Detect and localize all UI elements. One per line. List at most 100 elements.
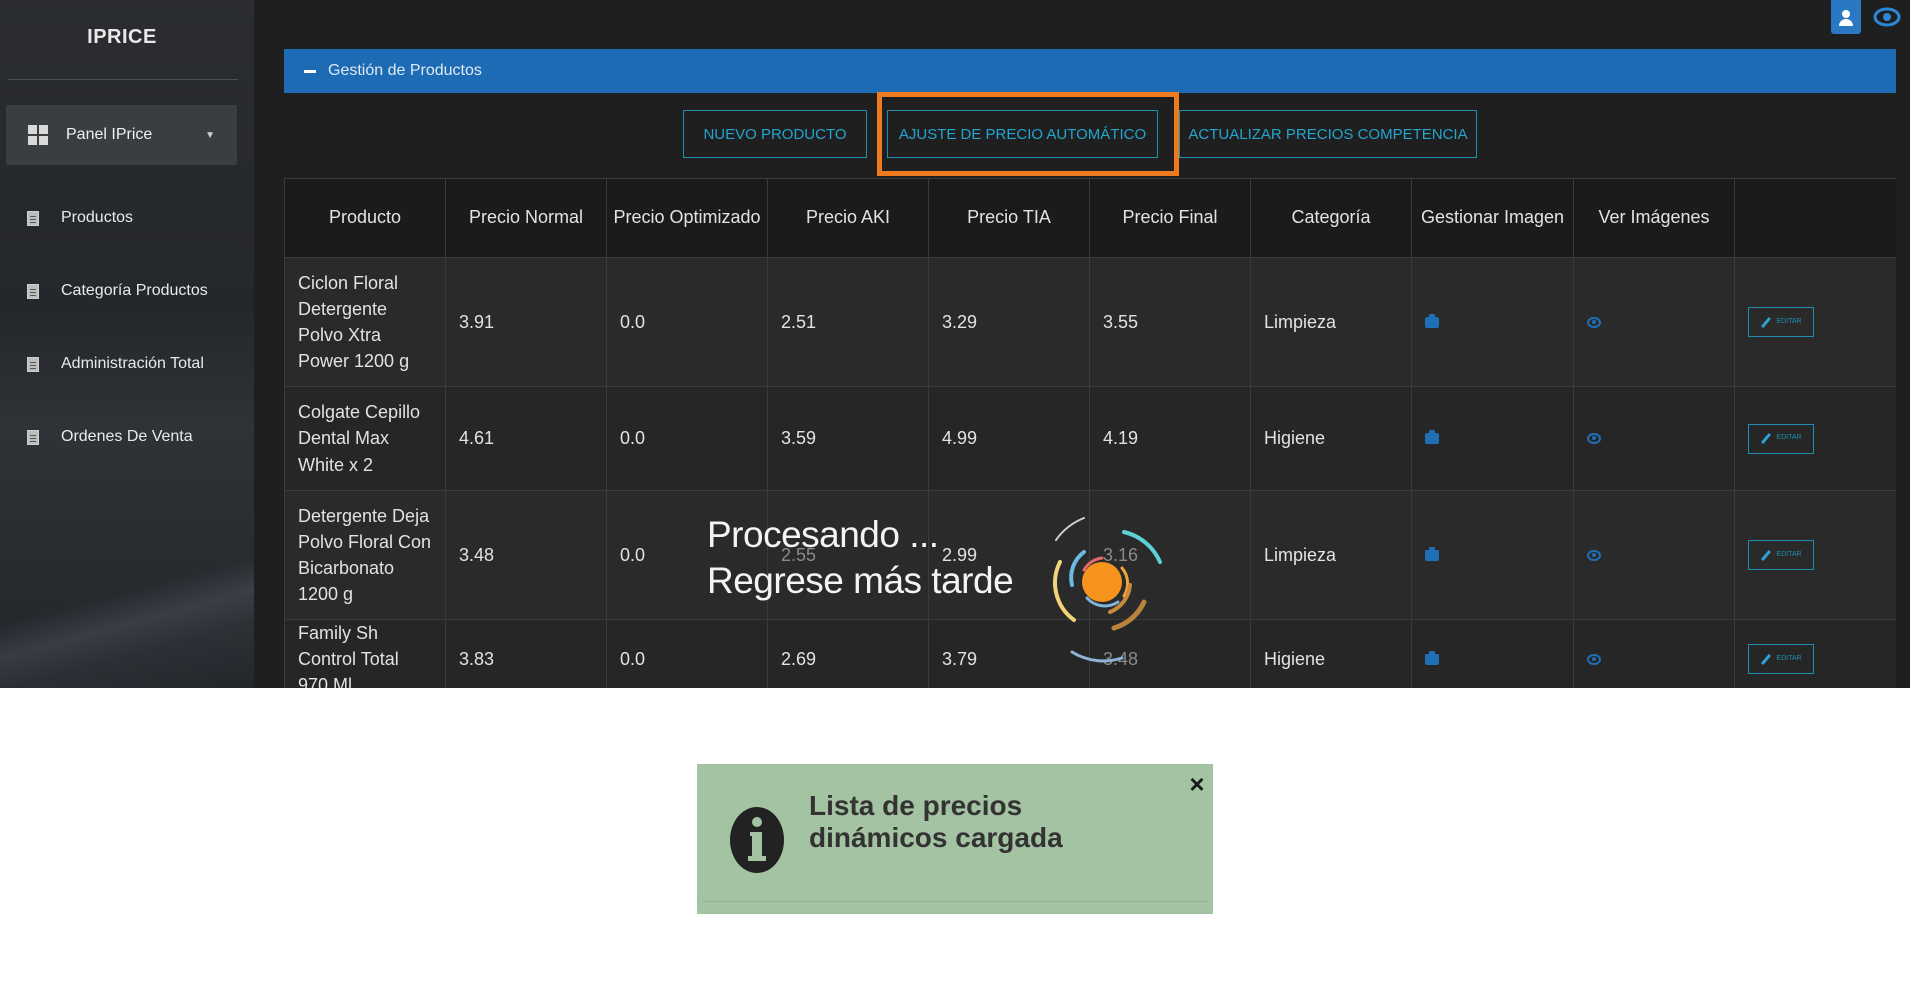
edit-cell: EDITAR [1734,490,1896,620]
camera-icon[interactable] [1425,546,1439,561]
list-icon [27,429,39,445]
optimized-price-cell: 0.0 [606,618,768,688]
processing-line-2: Regrese más tarde [707,560,1014,601]
panel-iprice-label: Panel IPrice [66,126,153,143]
eye-icon[interactable] [1587,316,1601,328]
manage-image-cell [1411,257,1574,387]
auto-price-adjust-button[interactable]: AJUSTE DE PRECIO AUTOMÁTICO [887,110,1158,158]
normal-price-cell: 3.83 [445,618,607,688]
dashboard-icon [28,125,48,145]
product-name-cell: Detergente Deja Polvo Floral Con Bicarbo… [284,490,446,620]
column-header: Producto [284,178,446,258]
document-icon [27,210,39,226]
category-cell: Higiene [1250,386,1412,491]
aki-price-cell: 2.69 [767,618,929,688]
column-header: Precio Optimizado [606,178,768,258]
new-product-button[interactable]: NUEVO PRODUCTO [683,110,867,158]
product-name-cell: Ciclon Floral Detergente Polvo Xtra Powe… [284,257,446,387]
edit-cell: EDITAR [1734,618,1896,688]
close-icon[interactable]: × [1185,771,1209,797]
normal-price-cell: 4.61 [445,386,607,491]
edit-button[interactable]: EDITAR [1748,307,1814,337]
category-cell: Limpieza [1250,257,1412,387]
camera-icon[interactable] [1425,651,1439,666]
edit-label: EDITAR [1776,550,1802,558]
sidebar-item-label: Administración Total [61,355,204,372]
update-competition-prices-button[interactable]: ACTUALIZAR PRECIOS COMPETENCIA [1179,110,1477,158]
edit-button[interactable]: EDITAR [1748,540,1814,570]
sidebar-item-label: Productos [61,209,134,226]
camera-icon[interactable] [1425,313,1439,328]
section-header: Gestión de Productos [284,49,1896,93]
column-header: Categoría [1250,178,1412,258]
table-row: Ciclon Floral Detergente Polvo Xtra Powe… [284,257,1896,387]
category-cell: Limpieza [1250,490,1412,620]
aki-price-cell: 3.59 [767,386,929,491]
edit-label: EDITAR [1776,655,1802,663]
normal-price-cell: 3.48 [445,490,607,620]
chevron-down-icon: ▼ [205,129,215,141]
view-images-cell [1573,386,1735,491]
column-header: Precio AKI [767,178,929,258]
document-icon [27,283,39,299]
info-icon [730,807,784,873]
sidebar-item-categoria-productos[interactable]: Categoría Productos [0,273,244,309]
final-price-cell: 3.55 [1089,257,1251,387]
sidebar-item-administracion-total[interactable]: Administración Total [0,346,244,382]
brand-logo: IPRICE [87,26,157,48]
notification-message: Lista de precios dinámicos cargada [809,790,1063,853]
tia-price-cell: 4.99 [928,386,1090,491]
optimized-price-cell: 0.0 [606,257,768,387]
pencil-icon [1761,549,1772,561]
view-images-cell [1573,490,1735,620]
eye-icon[interactable] [1587,654,1601,666]
edit-label: EDITAR [1776,317,1802,325]
eye-icon[interactable] [1587,433,1601,445]
column-header: Precio Final [1089,178,1251,258]
pencil-icon [1761,653,1772,665]
column-header: Gestionar Imagen [1411,178,1574,258]
collapse-icon[interactable] [304,69,316,73]
brand-divider [8,79,238,80]
eye-icon[interactable] [1587,549,1601,561]
notification-toast: Lista de precios dinámicos cargada × [697,764,1213,914]
camera-icon[interactable] [1425,430,1439,445]
id-card-icon [27,356,39,372]
processing-message: Procesando ... Regrese más tarde [707,512,1014,604]
edit-button[interactable]: EDITAR [1748,644,1814,675]
loading-spinner-icon [1053,517,1162,663]
edit-cell: EDITAR [1734,257,1896,387]
product-name-cell: Family Sh Control Total 970 Ml [284,618,446,688]
panel-iprice-dropdown[interactable]: Panel IPrice ▼ [6,105,237,165]
normal-price-cell: 3.91 [445,257,607,387]
pencil-icon [1761,316,1772,328]
eye-icon[interactable] [1873,4,1901,30]
column-header: Precio TIA [928,178,1090,258]
category-cell: Higiene [1250,618,1412,688]
edit-button[interactable]: EDITAR [1748,423,1814,454]
section-title: Gestión de Productos [328,62,482,79]
sidebar-item-label: Categoría Productos [61,282,208,299]
manage-image-cell [1411,386,1574,491]
column-header [1734,178,1896,258]
tia-price-cell: 3.29 [928,257,1090,387]
toast-divider [703,901,1207,902]
optimized-price-cell: 0.0 [606,386,768,491]
table-row: Colgate Cepillo Dental Max White x 2 4.6… [284,386,1896,491]
sidebar-item-productos[interactable]: Productos [0,200,244,236]
product-name-cell: Colgate Cepillo Dental Max White x 2 [284,386,446,491]
edit-cell: EDITAR [1734,386,1896,491]
processing-line-1: Procesando ... [707,514,939,555]
aki-price-cell: 2.51 [767,257,929,387]
user-icon-body [1839,19,1853,26]
sidebar: IPRICE Panel IPrice ▼ Productos Categorí… [0,0,254,688]
final-price-cell: 4.19 [1089,386,1251,491]
column-header: Ver Imágenes [1573,178,1735,258]
edit-label: EDITAR [1776,434,1802,442]
view-images-cell [1573,257,1735,387]
manage-image-cell [1411,618,1574,688]
user-profile-button[interactable] [1831,0,1861,34]
user-icon [1842,10,1850,18]
sidebar-item-ordenes-de-venta[interactable]: Ordenes De Venta [0,419,244,455]
table-header-row: Producto Precio Normal Precio Optimizado… [284,178,1896,258]
